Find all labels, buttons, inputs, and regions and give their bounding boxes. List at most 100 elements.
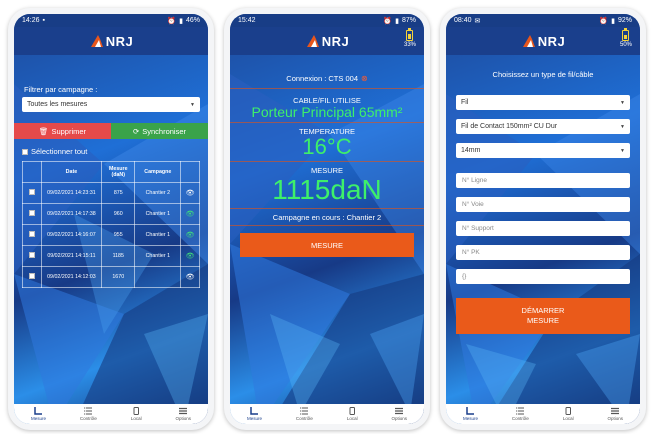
tab-controle-label: Contrôle	[511, 416, 529, 421]
status-time: 15:42	[238, 17, 256, 24]
status-bar: 14:26 ▪ ⏰ ▮ 46%	[14, 14, 208, 27]
campaign-filter-select[interactable]: Toutes les mesures ▼	[22, 97, 200, 112]
tab-mesure-label: Mesure	[30, 416, 46, 421]
logo-flame-icon	[306, 35, 319, 47]
cable-family-value: Fil	[461, 99, 469, 106]
tab-options[interactable]: Options	[607, 407, 624, 421]
tab-local[interactable]: Local	[347, 407, 358, 421]
tab-controle[interactable]: Contrôle	[80, 407, 97, 421]
measures-table: Date Mesure (daN) Campagne 09/02/2021 14…	[22, 161, 200, 288]
campaign-filter-value: Toutes les mesures	[27, 101, 88, 108]
row-checkbox-cell	[22, 182, 42, 204]
start-measure-button[interactable]: DÉMARRER MESURE	[456, 298, 630, 334]
mesure-button-label: MESURE	[310, 240, 344, 250]
divider	[230, 161, 424, 162]
pk-input[interactable]: N° PK	[456, 245, 630, 260]
cable-diameter-value: 14mm	[461, 147, 481, 154]
row-checkbox[interactable]	[28, 231, 35, 237]
tab-local[interactable]: Local	[563, 407, 574, 421]
connection-row: Connexion : CTS 004 ⊗	[230, 69, 424, 89]
sync-button[interactable]: ⟳ Synchroniser	[111, 123, 208, 139]
row-date: 09/02/2021 14:23:31	[40, 182, 103, 204]
filter-label: Filtrer par campagne :	[24, 85, 98, 94]
select-all-row[interactable]: Sélectionner tout	[22, 147, 208, 156]
tab-options[interactable]: Options	[391, 407, 408, 421]
support-input[interactable]: N° Support	[456, 221, 630, 236]
row-checkbox[interactable]	[28, 252, 35, 258]
menu-icon	[179, 407, 188, 415]
checklist-icon	[84, 407, 93, 415]
tab-controle-label: Contrôle	[295, 416, 313, 421]
menu-icon	[611, 407, 620, 415]
ruler-icon	[250, 407, 259, 415]
row-view-cell: 👁	[180, 203, 200, 225]
logo-text: NRJ	[105, 33, 134, 49]
tab-local[interactable]: Local	[131, 407, 142, 421]
table-row[interactable]: 09/02/2021 14:12:03 1670 👁	[22, 266, 200, 288]
disconnect-icon[interactable]: ⊗	[361, 74, 368, 83]
tab-controle[interactable]: Contrôle	[512, 407, 529, 421]
row-checkbox-cell	[22, 224, 42, 246]
row-view-cell: 👁	[180, 182, 200, 204]
tab-mesure[interactable]: Mesure	[247, 407, 262, 421]
cable-model-select[interactable]: Fil de Contact 150mm² CU Dur ▼	[456, 119, 630, 134]
campaign-label: Campagne en cours : Chantier 2	[272, 213, 382, 222]
mesure-value: 1115daN	[272, 174, 382, 205]
mesure-button[interactable]: MESURE	[240, 233, 414, 257]
voie-input[interactable]: N° Voie	[456, 197, 630, 212]
sync-label: Synchroniser	[142, 126, 187, 136]
tab-options-label: Options	[607, 416, 624, 421]
tab-options[interactable]: Options	[176, 407, 191, 421]
row-checkbox[interactable]	[28, 273, 35, 279]
row-date: 09/02/2021 14:17:38	[40, 203, 103, 225]
cable-type-title: Choisissez un type de fil/câble	[492, 70, 594, 79]
extra-input[interactable]: {}	[456, 269, 630, 284]
status-bar: 15:42 ⏰ ▮ 87%	[230, 14, 424, 27]
start-measure-line2: MESURE	[526, 316, 560, 325]
table-row[interactable]: 09/02/2021 14:23:31 875 Chantier 2 👁	[22, 182, 200, 204]
header-mesure: Mesure (daN)	[101, 161, 136, 183]
row-checkbox[interactable]	[28, 189, 35, 195]
status-bar: 08:40 ✉ ⏰ ▮ 92%	[446, 14, 640, 27]
start-measure-line1: DÉMARRER	[521, 306, 565, 315]
row-checkbox[interactable]	[28, 210, 35, 216]
tab-mesure[interactable]: Mesure	[31, 407, 46, 421]
sync-icon: ⟳	[132, 126, 140, 136]
cable-diameter-select[interactable]: 14mm ▼	[456, 143, 630, 158]
eye-icon[interactable]: 👁	[186, 253, 195, 260]
pk-placeholder: N° PK	[462, 249, 480, 256]
eye-icon[interactable]: 👁	[186, 190, 195, 197]
phone-3: 08:40 ✉ ⏰ ▮ 92% NRJ 50% Choisissez un type …	[440, 8, 646, 430]
table-row[interactable]: 09/02/2021 14:16:07 955 Chantier 1 👁	[22, 224, 200, 246]
app-logo: NRJ	[89, 34, 134, 49]
status-time: 08:40	[454, 17, 472, 24]
app-header: NRJ 33%	[230, 27, 424, 55]
delete-button[interactable]: 🗑 Supprimer	[14, 123, 111, 139]
table-header: Date Mesure (daN) Campagne	[22, 161, 200, 183]
header-date: Date	[40, 161, 103, 183]
screen-1: 14:26 ▪ ⏰ ▮ 46% NRJ Filtrer par campagne : …	[14, 14, 208, 424]
bottom-tab-bar: Mesure Contrôle Local Options	[14, 404, 208, 424]
eye-icon[interactable]: 👁	[186, 211, 195, 218]
cable-family-select[interactable]: Fil ▼	[456, 95, 630, 110]
divider	[230, 122, 424, 123]
tab-controle[interactable]: Contrôle	[296, 407, 313, 421]
ligne-input[interactable]: N° Ligne	[456, 173, 630, 188]
table-row[interactable]: 09/02/2021 14:17:38 960 Chantier 1 👁	[22, 203, 200, 225]
row-campagne: Chantier 1	[134, 203, 182, 225]
logo-flame-icon	[90, 35, 103, 47]
signal-icon: ▮	[611, 17, 615, 25]
signal-icon: ▮	[395, 17, 399, 25]
eye-icon[interactable]: 👁	[186, 274, 195, 281]
row-mesure: 960	[101, 203, 136, 225]
screen-2: 15:42 ⏰ ▮ 87% NRJ 33% Connexion : CTS 004 …	[230, 14, 424, 424]
table-row[interactable]: 09/02/2021 14:15:11 1185 Chantier 1 👁	[22, 245, 200, 267]
app-header: NRJ	[14, 27, 208, 55]
tab-mesure[interactable]: Mesure	[463, 407, 478, 421]
ligne-placeholder: N° Ligne	[462, 177, 488, 184]
select-all-checkbox[interactable]	[22, 148, 28, 155]
menu-icon	[395, 407, 404, 415]
select-all-label: Sélectionner tout	[31, 147, 88, 156]
tab-options-label: Options	[391, 416, 408, 421]
eye-icon[interactable]: 👁	[186, 232, 195, 239]
